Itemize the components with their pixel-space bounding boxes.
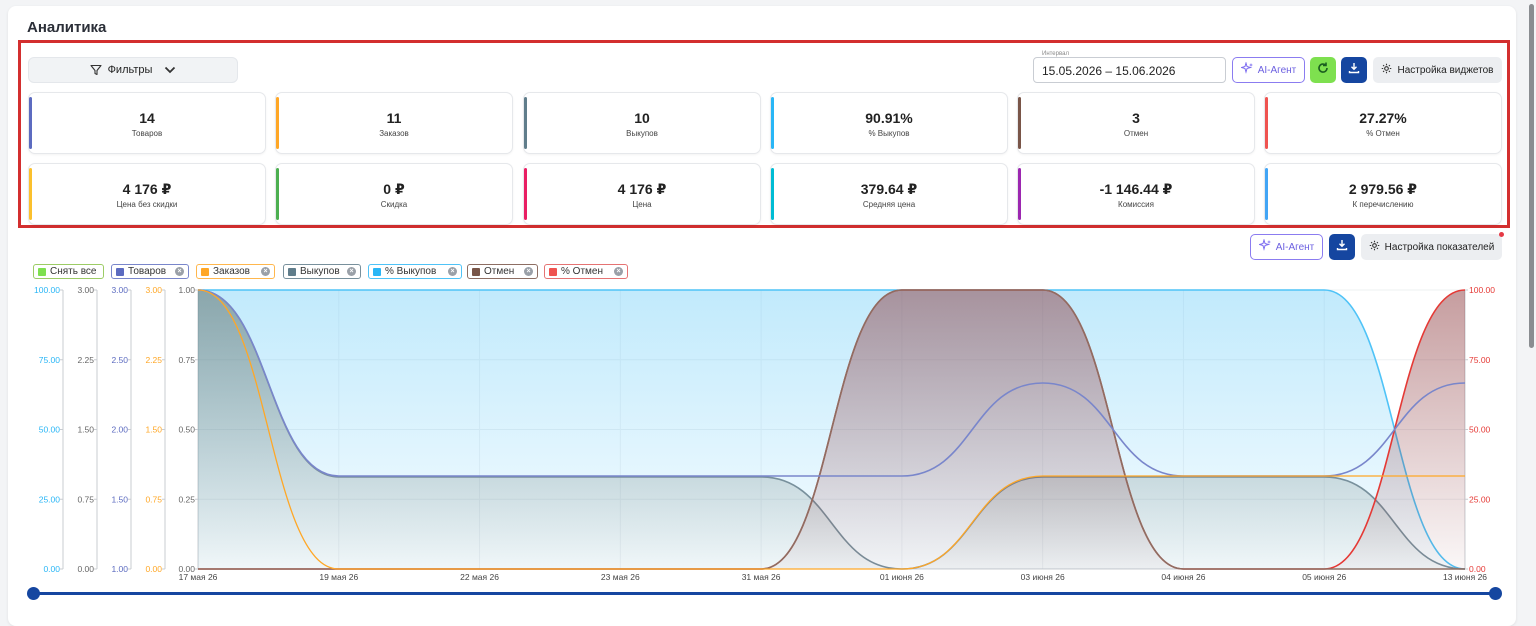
- y-tick-label: 1.50: [111, 494, 128, 504]
- y-tick-label: 1.50: [77, 425, 94, 435]
- y-tick-label: 0.50: [178, 425, 195, 435]
- y-tick-label: 50.00: [1469, 425, 1491, 435]
- x-tick-label: 04 июня 26: [1161, 572, 1205, 582]
- y-tick-label: 3.00: [111, 285, 128, 295]
- y-tick-label: 3.00: [145, 285, 162, 295]
- x-tick-label: 13 июня 26: [1443, 572, 1487, 582]
- x-tick-label: 03 июня 26: [1021, 572, 1065, 582]
- x-tick-label: 19 мая 26: [319, 572, 358, 582]
- y-tick-label: 100.00: [34, 285, 60, 295]
- y-tick-label: 2.25: [145, 355, 162, 365]
- y-tick-label: 100.00: [1469, 285, 1495, 295]
- y-tick-label: 25.00: [1469, 494, 1491, 504]
- y-tick-label: 75.00: [1469, 355, 1491, 365]
- y-tick-label: 0.75: [77, 494, 94, 504]
- y-tick-label: 0.00: [145, 564, 162, 574]
- y-tick-label: 25.00: [39, 494, 61, 504]
- y-tick-label: 2.25: [77, 355, 94, 365]
- range-slider-start-handle[interactable]: [27, 587, 40, 600]
- y-tick-label: 0.00: [43, 564, 60, 574]
- y-tick-label: 3.00: [77, 285, 94, 295]
- y-tick-label: 0.75: [145, 494, 162, 504]
- y-tick-label: 1.00: [111, 564, 128, 574]
- y-tick-label: 1.00: [178, 285, 195, 295]
- y-tick-label: 0.25: [178, 494, 195, 504]
- range-slider-track[interactable]: [33, 592, 1495, 595]
- y-tick-label: 50.00: [39, 425, 61, 435]
- x-tick-label: 31 мая 26: [742, 572, 781, 582]
- range-slider-end-handle[interactable]: [1489, 587, 1502, 600]
- y-tick-label: 0.00: [77, 564, 94, 574]
- x-tick-label: 05 июня 26: [1302, 572, 1346, 582]
- x-tick-label: 23 мая 26: [601, 572, 640, 582]
- y-tick-label: 0.75: [178, 355, 195, 365]
- x-tick-label: 01 июня 26: [880, 572, 924, 582]
- x-tick-label: 17 мая 26: [179, 572, 218, 582]
- y-tick-label: 2.50: [111, 355, 128, 365]
- analytics-chart: 100.00 75.00 50.00 25.00 0.00 3.00 2.25 1.50 0.7…: [34, 285, 1495, 582]
- y-tick-label: 2.00: [111, 425, 128, 435]
- y-tick-label: 1.50: [145, 425, 162, 435]
- x-tick-label: 22 мая 26: [460, 572, 499, 582]
- y-tick-label: 75.00: [39, 355, 61, 365]
